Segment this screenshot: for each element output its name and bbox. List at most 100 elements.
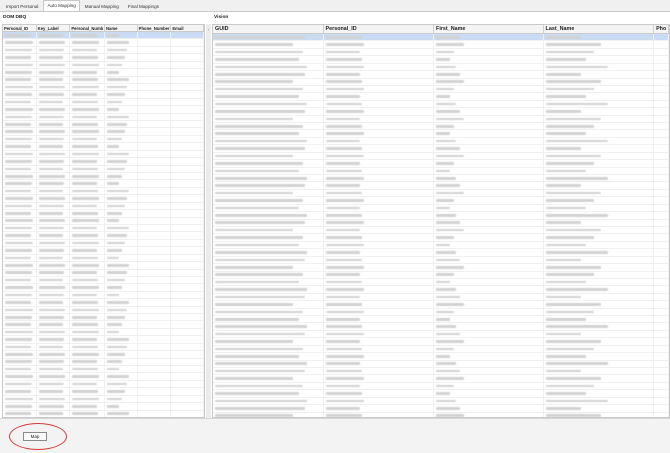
table-row[interactable]	[3, 39, 204, 47]
table-row[interactable]	[3, 328, 204, 337]
tab-auto-mapping[interactable]: Auto Mapping	[43, 0, 80, 11]
column-header[interactable]: Email	[171, 25, 204, 31]
column-header[interactable]: Name	[105, 25, 138, 31]
table-row[interactable]	[213, 63, 669, 72]
table-row[interactable]	[213, 375, 669, 383]
table-row[interactable]	[3, 351, 204, 359]
table-row[interactable]	[3, 373, 204, 381]
table-row[interactable]	[3, 32, 204, 40]
table-row[interactable]	[213, 360, 669, 368]
table-row[interactable]	[213, 78, 669, 86]
table-row[interactable]	[3, 217, 204, 225]
table-row[interactable]	[3, 291, 204, 300]
table-row[interactable]	[213, 175, 669, 183]
table-row[interactable]	[3, 91, 204, 99]
table-row[interactable]	[213, 145, 669, 153]
tab-manual-mapping[interactable]: Manual Mapping	[81, 1, 123, 11]
table-row[interactable]	[213, 123, 669, 131]
table-row[interactable]	[213, 93, 669, 101]
table-row[interactable]	[213, 71, 669, 79]
table-row[interactable]	[213, 338, 669, 346]
table-row[interactable]	[213, 264, 669, 272]
table-row[interactable]	[3, 321, 204, 329]
column-header[interactable]: Phone_Number	[138, 25, 172, 31]
column-header[interactable]: GUID	[213, 25, 324, 33]
table-row[interactable]	[3, 54, 204, 62]
table-row[interactable]	[213, 115, 669, 124]
table-row[interactable]	[213, 41, 669, 49]
table-row[interactable]	[213, 34, 669, 42]
table-row[interactable]	[3, 113, 204, 122]
table-row[interactable]	[3, 224, 204, 233]
table-row[interactable]	[3, 380, 204, 389]
table-row[interactable]	[213, 137, 669, 146]
left-data-grid[interactable]: Personal_ID Key_Label Personal_Numb Name…	[2, 24, 205, 418]
table-row[interactable]	[213, 167, 669, 176]
table-row[interactable]	[3, 76, 204, 84]
table-row[interactable]	[213, 234, 669, 242]
table-row[interactable]	[3, 46, 204, 55]
chevron-left-icon[interactable]: ‹	[206, 27, 211, 32]
table-row[interactable]	[213, 367, 669, 376]
table-row[interactable]	[3, 187, 204, 196]
table-row[interactable]	[213, 130, 669, 138]
table-row[interactable]	[3, 314, 204, 322]
table-row[interactable]	[213, 278, 669, 287]
tab-final-mappings[interactable]: Final Mappings	[124, 1, 163, 11]
table-row[interactable]	[213, 293, 669, 302]
tab-import-personal[interactable]: Import Personal	[2, 1, 42, 11]
table-row[interactable]	[213, 390, 669, 398]
table-row[interactable]	[213, 301, 669, 309]
table-row[interactable]	[3, 195, 204, 203]
table-row[interactable]	[3, 395, 204, 404]
table-row[interactable]	[3, 299, 204, 307]
table-row[interactable]	[3, 69, 204, 77]
table-row[interactable]	[3, 388, 204, 396]
table-row[interactable]	[3, 262, 204, 270]
table-row[interactable]	[213, 48, 669, 57]
column-header[interactable]: Personal_ID	[3, 25, 37, 31]
table-row[interactable]	[3, 343, 204, 352]
table-row[interactable]	[3, 336, 204, 344]
table-row[interactable]	[213, 308, 669, 317]
column-header[interactable]: First_Name	[434, 25, 544, 33]
table-row[interactable]	[213, 100, 669, 109]
table-row[interactable]	[3, 202, 204, 211]
table-row[interactable]	[3, 165, 204, 174]
table-row[interactable]	[213, 286, 669, 294]
table-row[interactable]	[213, 345, 669, 354]
table-row[interactable]	[3, 61, 204, 70]
column-header[interactable]: Last_Name	[544, 25, 655, 33]
table-row[interactable]	[213, 219, 669, 227]
table-row[interactable]	[213, 397, 669, 406]
table-row[interactable]	[213, 212, 669, 220]
table-row[interactable]	[3, 106, 204, 114]
table-row[interactable]	[213, 226, 669, 235]
table-row[interactable]	[3, 232, 204, 240]
table-row[interactable]	[3, 135, 204, 144]
table-row[interactable]	[3, 269, 204, 277]
table-row[interactable]	[3, 306, 204, 315]
table-row[interactable]	[213, 382, 669, 391]
table-row[interactable]	[213, 323, 669, 331]
table-row[interactable]	[213, 241, 669, 250]
right-data-grid[interactable]: GUID Personal_ID First_Name Last_Name Ph…	[212, 24, 670, 418]
table-row[interactable]	[213, 256, 669, 265]
table-row[interactable]	[213, 56, 669, 64]
table-row[interactable]	[3, 98, 204, 107]
table-row[interactable]	[3, 128, 204, 136]
table-row[interactable]	[213, 189, 669, 198]
table-row[interactable]	[3, 83, 204, 92]
table-row[interactable]	[213, 197, 669, 205]
table-row[interactable]	[3, 150, 204, 159]
table-row[interactable]	[3, 180, 204, 188]
table-row[interactable]	[213, 160, 669, 168]
table-row[interactable]	[3, 239, 204, 248]
table-row[interactable]	[3, 403, 204, 411]
column-header[interactable]: Personal_ID	[324, 25, 435, 33]
table-row[interactable]	[3, 173, 204, 181]
table-row[interactable]	[213, 405, 669, 413]
map-button[interactable]: Map	[23, 432, 47, 441]
column-header[interactable]: Pho	[654, 25, 669, 33]
table-row[interactable]	[3, 143, 204, 151]
